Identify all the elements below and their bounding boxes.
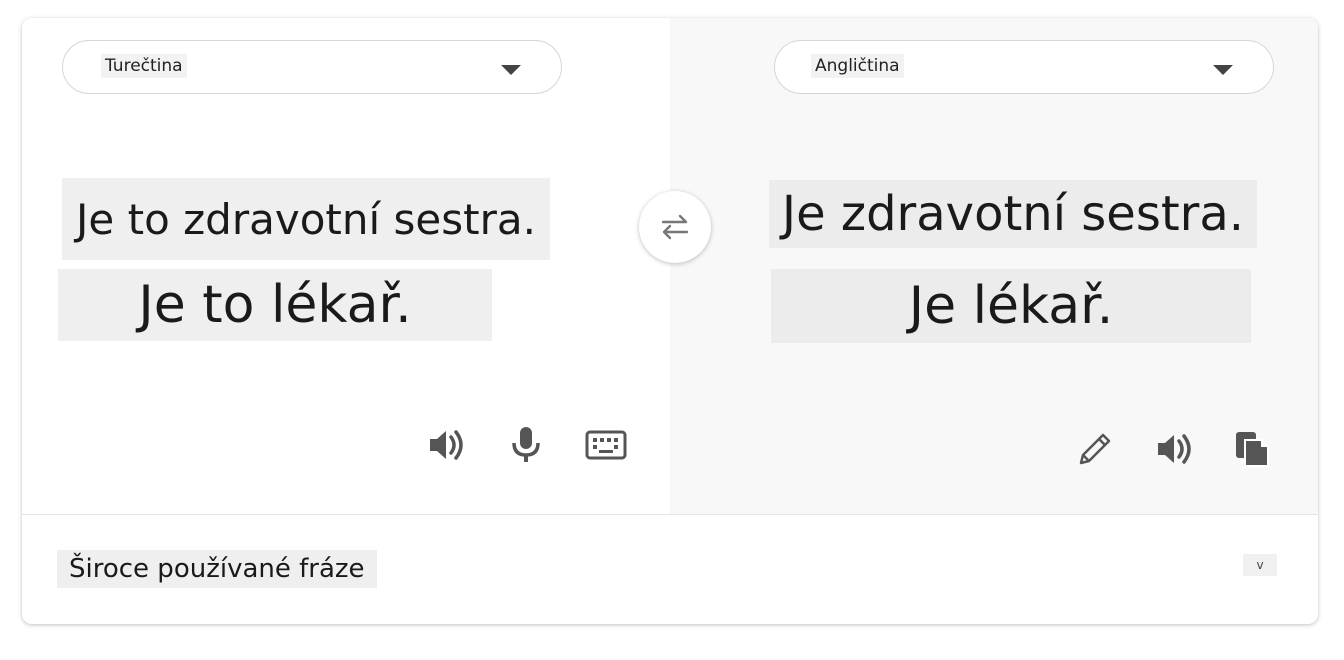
pencil-icon [1079, 433, 1111, 465]
section-divider [22, 514, 1318, 515]
chevron-down-icon: v [1256, 558, 1264, 572]
target-language-select[interactable]: Angličtina [774, 40, 1274, 94]
common-phrases-label[interactable]: Široce používané fráze [57, 550, 377, 588]
edit-translation-button[interactable] [1071, 425, 1119, 473]
chevron-down-icon [1213, 65, 1233, 75]
source-language-select[interactable]: Turečtina [62, 40, 562, 94]
chevron-down-icon [501, 65, 521, 75]
virtual-keyboard-button[interactable] [582, 421, 630, 469]
target-phrase[interactable]: Je zdravotní sestra. [769, 180, 1257, 248]
listen-target-button[interactable] [1150, 425, 1198, 473]
source-phrase[interactable]: Je to zdravotní sestra. [62, 178, 550, 260]
swap-arrows-icon [661, 214, 689, 240]
keyboard-icon [585, 430, 627, 460]
copy-translation-button[interactable] [1229, 425, 1277, 473]
speaker-icon [430, 430, 463, 460]
speaker-icon [1158, 434, 1191, 464]
voice-input-button[interactable] [502, 421, 550, 469]
swap-languages-button[interactable] [639, 191, 711, 263]
listen-source-button[interactable] [422, 421, 470, 469]
source-phrase[interactable]: Je to lékař. [58, 269, 492, 341]
expand-phrases-button[interactable]: v [1243, 554, 1277, 576]
translator-card: Turečtina Je to zdravotní sestra. Je to … [22, 18, 1318, 624]
source-pane: Turečtina Je to zdravotní sestra. Je to … [22, 18, 670, 514]
target-phrase[interactable]: Je lékař. [771, 269, 1251, 343]
copy-icon [1236, 432, 1269, 467]
target-language-label: Angličtina [811, 54, 904, 78]
microphone-icon [512, 427, 540, 462]
source-language-label: Turečtina [101, 54, 187, 78]
